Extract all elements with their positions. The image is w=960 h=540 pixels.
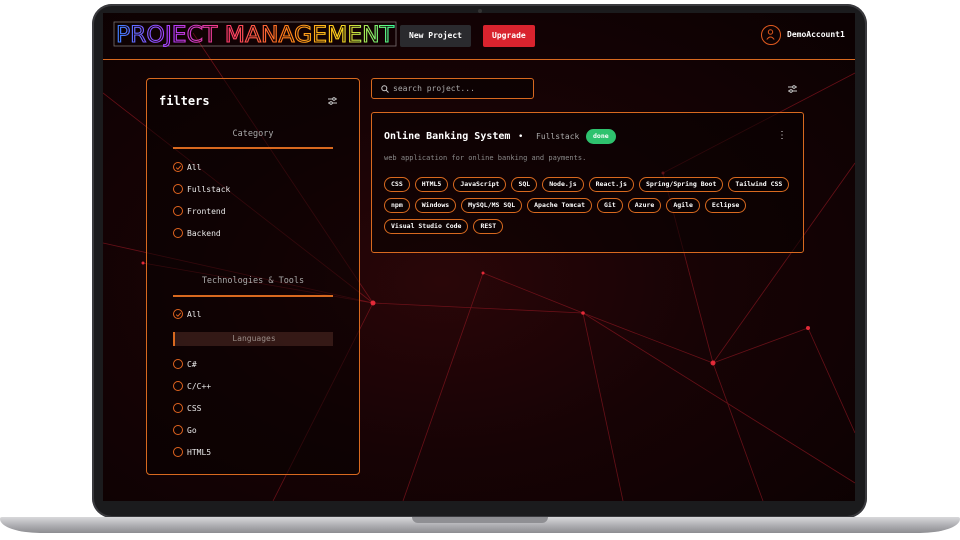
option-label: All (187, 162, 202, 172)
upgrade-button[interactable]: Upgrade (483, 25, 535, 47)
more-options-icon[interactable]: ⋮ (777, 130, 787, 141)
logo-wordmark: PROJECT MANAGEMENT (113, 21, 397, 49)
option-label: Fullstack (187, 184, 231, 194)
tech-tag[interactable]: Apache Tomcat (527, 198, 592, 213)
option-label: HTML5 (187, 447, 212, 457)
app-screen: PROJECT MANAGEMENT New Project Upgrade D… (103, 13, 855, 501)
option-label: All (187, 309, 202, 319)
search-input[interactable]: search project... (393, 84, 475, 93)
tech-tag[interactable]: Agile (666, 198, 700, 213)
category-option-all[interactable]: All (173, 161, 201, 173)
app-logo[interactable]: PROJECT MANAGEMENT (113, 21, 397, 51)
laptop-notch (412, 517, 548, 523)
category-divider (173, 147, 333, 149)
tech-tag[interactable]: Git (597, 198, 623, 213)
technologies-title: Technologies & Tools (201, 276, 305, 286)
category-option-backend[interactable]: Backend (173, 227, 221, 239)
tech-tag[interactable]: CSS (384, 177, 410, 192)
filter-settings-icon[interactable] (328, 97, 337, 105)
tech-tag[interactable]: Azure (627, 198, 662, 213)
radio-checked-icon[interactable] (173, 309, 183, 319)
tech-tag[interactable]: HTML5 (414, 177, 449, 192)
project-category: Fullstack (536, 132, 580, 141)
project-description: web application for online banking and p… (384, 154, 587, 162)
radio-icon[interactable] (173, 425, 183, 435)
search-icon (381, 85, 389, 93)
option-label: Backend (187, 228, 221, 238)
tech-tag[interactable]: Visual Studio Code (384, 219, 469, 234)
tech-tag[interactable]: Node.js (542, 177, 584, 192)
option-label: Go (187, 425, 197, 435)
radio-icon[interactable] (173, 206, 183, 216)
separator-dot: • (518, 132, 524, 142)
tech-tag[interactable]: Tailwind CSS (728, 177, 790, 192)
language-option[interactable]: HTML5 (173, 446, 211, 458)
option-label: C/C++ (187, 381, 212, 391)
radio-icon[interactable] (173, 228, 183, 238)
category-title: Category (232, 129, 274, 139)
account-name[interactable]: DemoAccount1 (787, 30, 845, 39)
technologies-divider (173, 295, 333, 297)
languages-header[interactable]: Languages (173, 332, 333, 346)
status-badge: done (586, 129, 616, 144)
language-option[interactable]: C# (173, 358, 197, 370)
option-label: CSS (187, 403, 202, 413)
tech-tag[interactable]: Eclipse (704, 198, 747, 213)
new-project-button[interactable]: New Project (400, 25, 471, 47)
tech-tag[interactable]: npm (384, 198, 410, 213)
tech-tag[interactable]: REST (473, 219, 504, 234)
user-icon (766, 29, 775, 40)
technologies-option-all[interactable]: All (173, 308, 201, 320)
tech-tag[interactable]: JavaScript (453, 177, 507, 192)
tag-list: CSS HTML5 JavaScript SQL Node.js React.j… (384, 177, 794, 234)
search-box[interactable]: search project... (371, 78, 534, 99)
option-label: C# (187, 359, 197, 369)
option-label: Frontend (187, 206, 226, 216)
app-title: PROJECT MANAGEMENT (116, 23, 395, 47)
radio-icon[interactable] (173, 447, 183, 457)
top-bar: PROJECT MANAGEMENT New Project Upgrade D… (103, 13, 855, 60)
project-title[interactable]: Online Banking System (384, 131, 510, 142)
sort-settings-icon[interactable] (788, 85, 797, 93)
category-option-frontend[interactable]: Frontend (173, 205, 226, 217)
category-option-fullstack[interactable]: Fullstack (173, 183, 230, 195)
tech-tag[interactable]: React.js (588, 177, 634, 192)
tech-tag[interactable]: MySQL/MS SQL (461, 198, 523, 213)
tech-tag[interactable]: SQL (511, 177, 538, 192)
account-avatar[interactable] (761, 25, 781, 45)
radio-icon[interactable] (173, 403, 183, 413)
filters-title: filters (159, 94, 210, 108)
tech-tag[interactable]: Spring/Spring Boot (638, 177, 724, 192)
radio-icon[interactable] (173, 184, 183, 194)
tech-tag[interactable]: Windows (414, 198, 457, 213)
radio-icon[interactable] (173, 359, 183, 369)
project-card[interactable]: Online Banking System • Fullstack done ⋮… (371, 112, 804, 253)
radio-checked-icon[interactable] (173, 162, 183, 172)
language-option[interactable]: C/C++ (173, 380, 211, 392)
language-option[interactable]: CSS (173, 402, 201, 414)
language-option[interactable]: Go (173, 424, 197, 436)
filters-panel: filters Category All Fullstack Frontend … (146, 78, 360, 475)
radio-icon[interactable] (173, 381, 183, 391)
